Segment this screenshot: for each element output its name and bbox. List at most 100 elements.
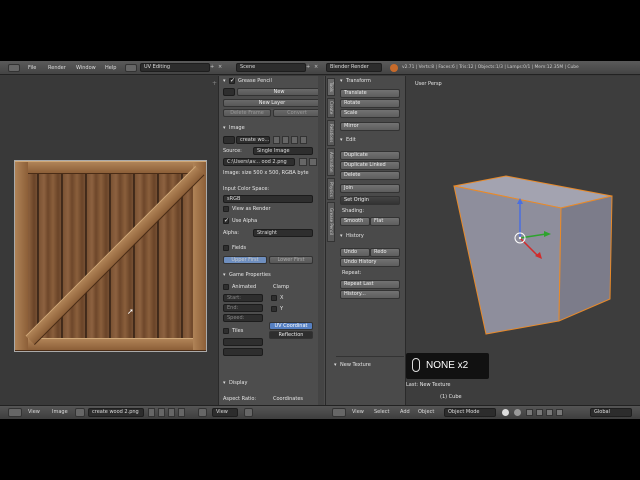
scene-add-icon[interactable]: + (306, 64, 310, 70)
layout-icon[interactable] (125, 64, 137, 72)
collapse-icon[interactable]: ▾ (340, 78, 343, 84)
pin-icon[interactable] (198, 408, 207, 417)
start-field[interactable]: Start: (223, 294, 263, 302)
collapse-icon[interactable]: ▾ (340, 137, 343, 143)
menu-render[interactable]: Render (48, 64, 66, 73)
scene-selector[interactable]: Scene (236, 63, 306, 72)
source-dropdown[interactable]: Single Image (253, 147, 313, 155)
clamp-y-checkbox[interactable] (271, 306, 277, 312)
animated-checkbox[interactable] (223, 284, 229, 290)
new-layer-button[interactable]: New Layer (223, 99, 321, 107)
tiles-y-field[interactable] (223, 348, 263, 356)
layout-close-icon[interactable]: × (218, 64, 222, 70)
redo-button[interactable]: Redo (370, 248, 400, 257)
properties-scrollbar[interactable] (318, 76, 324, 405)
tab-relations[interactable]: Relations (327, 120, 335, 146)
editor-type-icon[interactable] (8, 408, 22, 417)
pivot-icon[interactable] (514, 409, 521, 416)
color-space-dropdown[interactable]: sRGB (223, 195, 313, 203)
render-engine-selector[interactable]: Blender Render (326, 63, 382, 72)
alpha-dropdown[interactable]: Straight (253, 229, 313, 237)
translate-button[interactable]: Translate (340, 89, 400, 98)
image-properties-panel[interactable]: ▾ Grease Pencil New New Layer Delete Fra… (218, 76, 326, 405)
viewport-shading-icon[interactable] (502, 409, 509, 416)
unlink-image-icon[interactable] (178, 408, 185, 417)
open-image-icon[interactable] (168, 408, 175, 417)
history-button[interactable]: History... (340, 290, 400, 299)
duplicate-linked-button[interactable]: Duplicate Linked (340, 161, 400, 170)
speed-field[interactable]: Speed: (223, 314, 263, 322)
delete-button[interactable]: Delete (340, 171, 400, 180)
view-as-render-checkbox[interactable] (223, 206, 229, 212)
open-image-icon[interactable] (291, 136, 298, 144)
tab-grease-pencil[interactable]: Grease Pencil (327, 202, 335, 242)
display-channels-icon[interactable] (244, 408, 253, 417)
uv-menu-view2[interactable]: View (212, 408, 238, 417)
history-header[interactable]: History (346, 233, 364, 239)
folder-icon[interactable] (299, 158, 307, 166)
reflection-button[interactable]: Reflection (269, 331, 313, 339)
new-texture-operator-header[interactable]: New Texture (340, 362, 371, 368)
panel-toggle-plus-icon[interactable]: + (212, 80, 217, 87)
uv-menu-image[interactable]: Image (52, 408, 68, 417)
tab-create[interactable]: Create (327, 98, 335, 118)
reload-icon[interactable] (309, 158, 317, 166)
upper-first-button[interactable]: Upper First (223, 256, 267, 264)
scene-close-icon[interactable]: × (314, 64, 318, 70)
gp-icon-field[interactable] (223, 88, 235, 96)
scale-button[interactable]: Scale (340, 109, 400, 118)
lower-first-button[interactable]: Lower First (269, 256, 313, 264)
uv-coordinates-button[interactable]: UV Coordinat (269, 322, 313, 330)
transform-header[interactable]: Transform (346, 78, 371, 84)
uv-image-editor[interactable]: ➚ + (0, 76, 218, 405)
orientation-dropdown[interactable]: Global (590, 408, 632, 417)
tiles-x-field[interactable] (223, 338, 263, 346)
tiles-checkbox[interactable] (223, 328, 229, 334)
end-field[interactable]: End: (223, 304, 263, 312)
manipulator-icon[interactable] (526, 409, 533, 416)
layout-add-icon[interactable]: + (210, 64, 214, 70)
fake-user-icon[interactable] (148, 408, 155, 417)
tab-physics[interactable]: Physics (327, 178, 335, 200)
rotate-button[interactable]: Rotate (340, 99, 400, 108)
repeat-last-button[interactable]: Repeat Last (340, 280, 400, 289)
smooth-button[interactable]: Smooth (340, 217, 370, 226)
fake-user-icon[interactable] (273, 136, 280, 144)
editor-type-icon[interactable] (332, 408, 346, 417)
collapse-icon[interactable]: ▾ (334, 362, 337, 368)
grease-pencil-toggle[interactable] (229, 77, 235, 84)
edit-header[interactable]: Edit (346, 137, 356, 143)
fields-checkbox[interactable] (223, 245, 229, 251)
tab-animation[interactable]: Animation (327, 148, 335, 176)
use-alpha-checkbox[interactable] (223, 217, 229, 224)
collapse-icon[interactable]: ▾ (340, 233, 343, 239)
translate-manip-icon[interactable] (536, 409, 543, 416)
layout-selector[interactable]: UV Editing (140, 63, 210, 72)
grease-pencil-header[interactable]: Grease Pencil (238, 78, 272, 84)
unlink-image-icon[interactable] (300, 136, 307, 144)
delete-frame-button[interactable]: Delete Frame (223, 109, 271, 117)
menu-help[interactable]: Help (105, 64, 116, 73)
convert-button[interactable]: Convert (273, 109, 321, 117)
uv-menu-view[interactable]: View (28, 408, 40, 417)
mirror-button[interactable]: Mirror (340, 122, 400, 131)
tool-shelf[interactable]: Tools Create Relations Animation Physics… (326, 76, 406, 405)
rotate-manip-icon[interactable] (546, 409, 553, 416)
image-name-field[interactable]: create wo... (236, 136, 270, 144)
collapse-icon[interactable]: ▾ (223, 272, 226, 278)
collapse-icon[interactable]: ▾ (223, 125, 226, 131)
add-menu[interactable]: Add (400, 408, 410, 417)
filepath-field[interactable]: C:\Users\av... ood 2.png (223, 158, 295, 166)
3d-viewport[interactable]: User Persp NONE x2 Last: New Texture (1)… (406, 76, 640, 405)
new-image-icon[interactable] (282, 136, 289, 144)
scale-manip-icon[interactable] (556, 409, 563, 416)
undo-button[interactable]: Undo (340, 248, 370, 257)
menu-window[interactable]: Window (76, 64, 96, 73)
game-properties-header[interactable]: Game Properties (229, 272, 271, 278)
editor-type-icon[interactable] (8, 64, 20, 72)
tab-tools[interactable]: Tools (327, 78, 335, 96)
object-menu[interactable]: Object (418, 408, 434, 417)
collapse-icon[interactable]: ▾ (223, 78, 226, 84)
image-browse-icon[interactable] (223, 136, 235, 144)
image-browse-icon[interactable] (75, 408, 85, 417)
